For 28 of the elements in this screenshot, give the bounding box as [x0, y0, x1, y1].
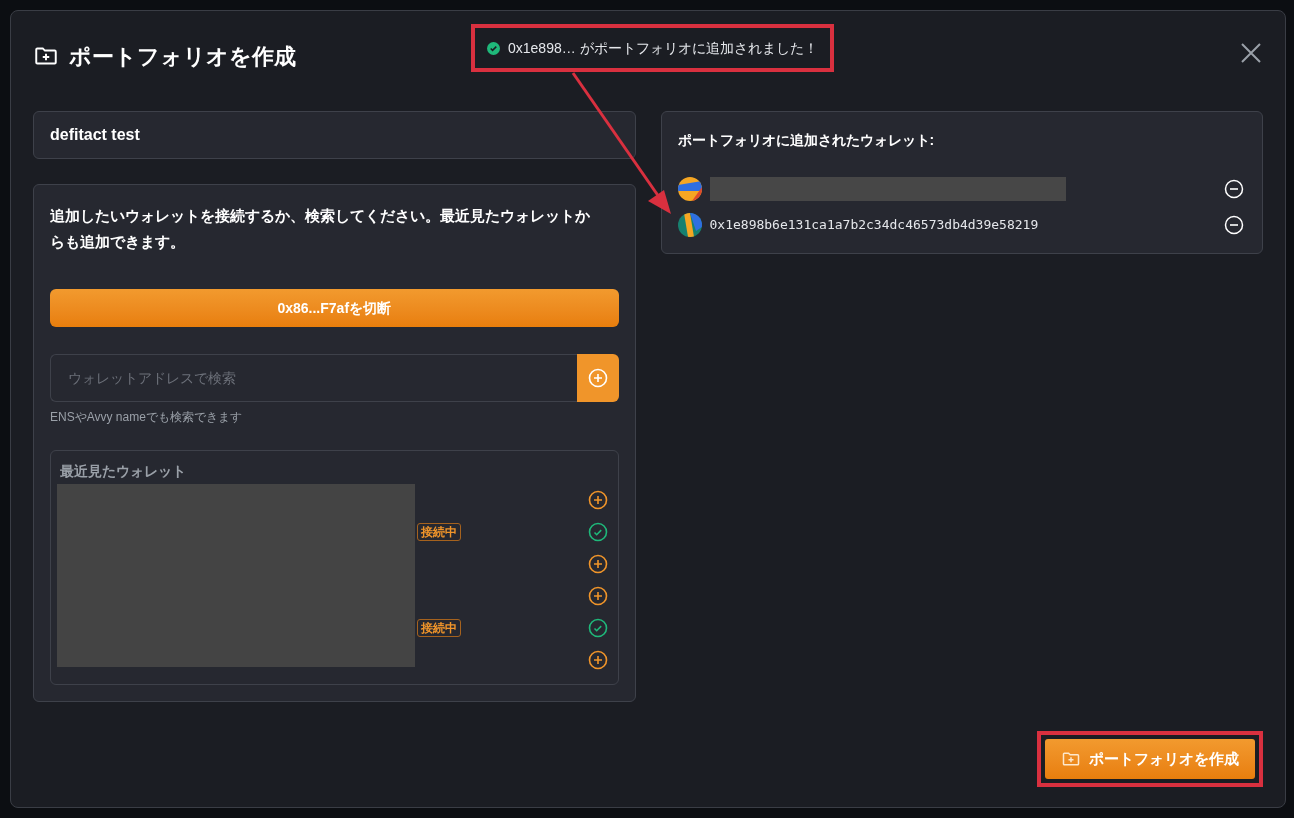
instruction-text: 追加したいウォレットを接続するか、検索してください。最近見たウォレットからも追加できます。 [50, 206, 591, 252]
dialog-title: ポートフォリオを作成 [69, 42, 296, 71]
search-field[interactable]: ウォレットアドレスで検索 [50, 354, 577, 402]
check-circle-icon[interactable] [587, 522, 608, 542]
wallet-avatar-icon [677, 177, 702, 201]
status-tag: 接続中 [417, 619, 461, 637]
disconnect-button[interactable]: 0x86...F7afを切断 [50, 289, 619, 327]
check-circle-icon[interactable] [587, 618, 608, 638]
wallet-avatar-icon [677, 213, 702, 237]
hint-text: ENSやAvvy nameでも検索できます [50, 409, 243, 426]
section-title: ポートフォリオに追加されたウォレット: [677, 131, 936, 150]
folder-plus-icon [1061, 749, 1081, 769]
section-title: 最近見たウォレット [60, 462, 187, 481]
check-circle-icon [487, 41, 500, 55]
name-input-field[interactable]: defitact test [33, 111, 636, 159]
add-button[interactable] [576, 354, 619, 402]
add-circle-icon[interactable] [587, 586, 608, 606]
remove-button[interactable] [1224, 179, 1244, 199]
add-circle-icon[interactable] [587, 650, 608, 670]
add-circle-icon[interactable] [587, 490, 608, 510]
status-tag: 接続中 [417, 523, 461, 541]
wallet-address: 0x1e898b6e131ca1a7b2c34dc46573db4d39e58219 [709, 216, 1039, 235]
add-circle-icon[interactable] [587, 554, 608, 574]
plus-circle-icon [587, 368, 608, 388]
close-button[interactable] [1239, 41, 1263, 65]
remove-button[interactable] [1224, 215, 1244, 235]
create-portfolio-button[interactable]: ポートフォリオを作成 [1045, 739, 1255, 779]
toast-message: 0x1e898… がポートフォリオに追加されました！ [508, 38, 818, 58]
